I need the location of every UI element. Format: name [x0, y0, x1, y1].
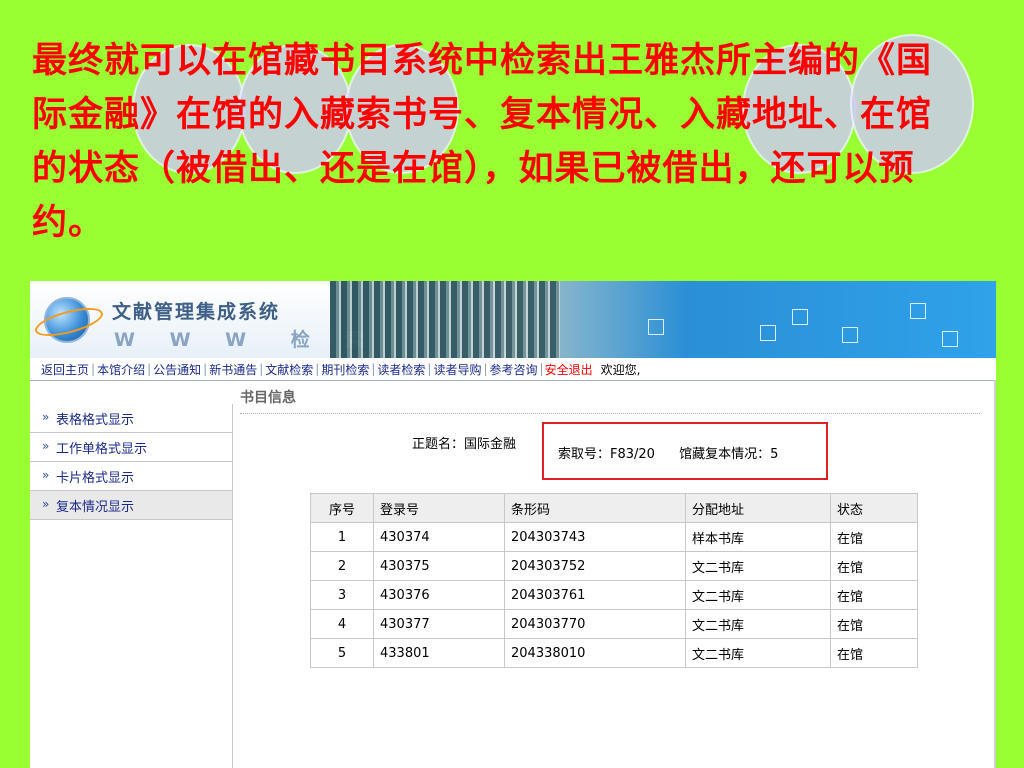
- table-cell: 在馆: [830, 580, 918, 610]
- double-chevron-icon: »: [42, 439, 50, 453]
- sidebar-item-card-format[interactable]: » 卡片格式显示: [30, 462, 232, 491]
- sidebar-item-worksheet-format[interactable]: » 工作单格式显示: [30, 433, 232, 462]
- table-cell: 430377: [373, 609, 505, 639]
- table-cell: 文二书库: [685, 551, 831, 581]
- nav-doc-search[interactable]: 文献检索: [264, 361, 314, 378]
- column-header: 登录号: [373, 493, 505, 523]
- frame-border: [994, 380, 996, 768]
- decorative-square: [792, 309, 808, 325]
- sidebar: » 表格格式显示 » 工作单格式显示 » 卡片格式显示 » 复本情况显示: [30, 404, 233, 768]
- nav-logout[interactable]: 安全退出: [545, 361, 593, 378]
- table-header-row: 序号 登录号 条形码 分配地址 状态: [310, 493, 918, 523]
- column-header: 分配地址: [685, 493, 831, 523]
- call-number-info: 索取号：F83/20 馆藏复本情况：5: [558, 443, 778, 462]
- section-title: 书目信息: [240, 381, 980, 414]
- table-cell: 430375: [373, 551, 505, 581]
- nav-notices[interactable]: 公告通知: [152, 361, 202, 378]
- sidebar-item-copies[interactable]: » 复本情况显示: [30, 491, 232, 520]
- main-content: 书目信息 正题名：国际金融 索取号：F83/20 馆藏复本情况：5 序号 登录号…: [240, 381, 980, 761]
- table-cell: 文二书库: [685, 580, 831, 610]
- nav-journal-search[interactable]: 期刊检索: [320, 361, 370, 378]
- table-cell: 4: [310, 609, 374, 639]
- nav-reader-search[interactable]: 读者检索: [376, 361, 426, 378]
- sidebar-item-label: 复本情况显示: [56, 499, 135, 515]
- table-cell: 204338010: [504, 638, 686, 668]
- table-cell: 204303752: [504, 551, 686, 581]
- nav-home[interactable]: 返回主页: [40, 361, 90, 378]
- table-cell: 在馆: [830, 551, 918, 581]
- table-cell: 433801: [373, 638, 505, 668]
- table-cell: 204303743: [504, 522, 686, 552]
- table-row: 1 430374 204303743 样本书库 在馆: [310, 522, 918, 552]
- title-label: 正题名：国际金融: [412, 437, 517, 452]
- double-chevron-icon: »: [42, 410, 50, 424]
- library-system-screenshot: 文献管理集成系统 W W W 检 索 返回主页| 本馆介绍| 公告通知| 新书通…: [30, 281, 996, 768]
- table-cell: 在馆: [830, 522, 918, 552]
- column-header: 状态: [830, 493, 918, 523]
- table-cell: 在馆: [830, 609, 918, 639]
- table-cell: 204303770: [504, 609, 686, 639]
- decorative-square: [910, 303, 926, 319]
- sidebar-item-label: 工作单格式显示: [56, 441, 148, 457]
- table-cell: 文二书库: [685, 609, 831, 639]
- decorative-square: [942, 331, 958, 347]
- double-chevron-icon: »: [42, 497, 50, 511]
- double-chevron-icon: »: [42, 468, 50, 482]
- copies-table: 序号 登录号 条形码 分配地址 状态 1 430374 204303743 样本…: [310, 493, 918, 668]
- nav-about[interactable]: 本馆介绍: [96, 361, 146, 378]
- sidebar-item-label: 表格格式显示: [56, 412, 135, 428]
- table-cell: 430374: [373, 522, 505, 552]
- table-cell: 204303761: [504, 580, 686, 610]
- table-cell: 430376: [373, 580, 505, 610]
- table-cell: 2: [310, 551, 374, 581]
- nav-reader-guide[interactable]: 读者导购: [432, 361, 482, 378]
- table-row: 4 430377 204303770 文二书库 在馆: [310, 609, 918, 639]
- bookshelf-image: [330, 281, 560, 358]
- banner: 文献管理集成系统 W W W 检 索: [30, 281, 996, 358]
- slide-heading: 最终就可以在馆藏书目系统中检索出王雅杰所主编的《国际金融》在馆的入藏索书号、复本…: [32, 41, 933, 243]
- banner-title: 文献管理集成系统: [112, 301, 281, 323]
- table-row: 3 430376 204303761 文二书库 在馆: [310, 580, 918, 610]
- call-number: 索取号：F83/20: [558, 447, 655, 462]
- nav-bar: 返回主页 | 本馆介绍 | 公告通知 | 新书通告 | 文献检索 | 期刊检索 | 读者检索…: [30, 358, 996, 381]
- sidebar-item-table-format[interactable]: » 表格格式显示: [30, 404, 232, 433]
- table-cell: 5: [310, 638, 374, 668]
- nav-new-books[interactable]: 新书通告: [208, 361, 258, 378]
- copies-info: 馆藏复本情况：5: [679, 447, 779, 462]
- table-cell: 样本书库: [685, 522, 831, 552]
- decorative-square: [648, 319, 664, 335]
- decorative-square: [842, 327, 858, 343]
- nav-reference[interactable]: 参考咨询: [489, 361, 539, 378]
- table-cell: 1: [310, 522, 374, 552]
- banner-subtitle-left: W W W: [114, 329, 261, 351]
- table-cell: 在馆: [830, 638, 918, 668]
- table-cell: 文二书库: [685, 638, 831, 668]
- decorative-square: [760, 325, 776, 341]
- table-row: 2 430375 204303752 文二书库 在馆: [310, 551, 918, 581]
- welcome-text: 欢迎您,: [600, 362, 641, 377]
- column-header: 条形码: [504, 493, 686, 523]
- table-row: 5 433801 204338010 文二书库 在馆: [310, 638, 918, 668]
- table-cell: 3: [310, 580, 374, 610]
- logo-area: 文献管理集成系统 W W W 检 索: [30, 281, 363, 358]
- column-header: 序号: [310, 493, 374, 523]
- sidebar-item-label: 卡片格式显示: [56, 470, 135, 486]
